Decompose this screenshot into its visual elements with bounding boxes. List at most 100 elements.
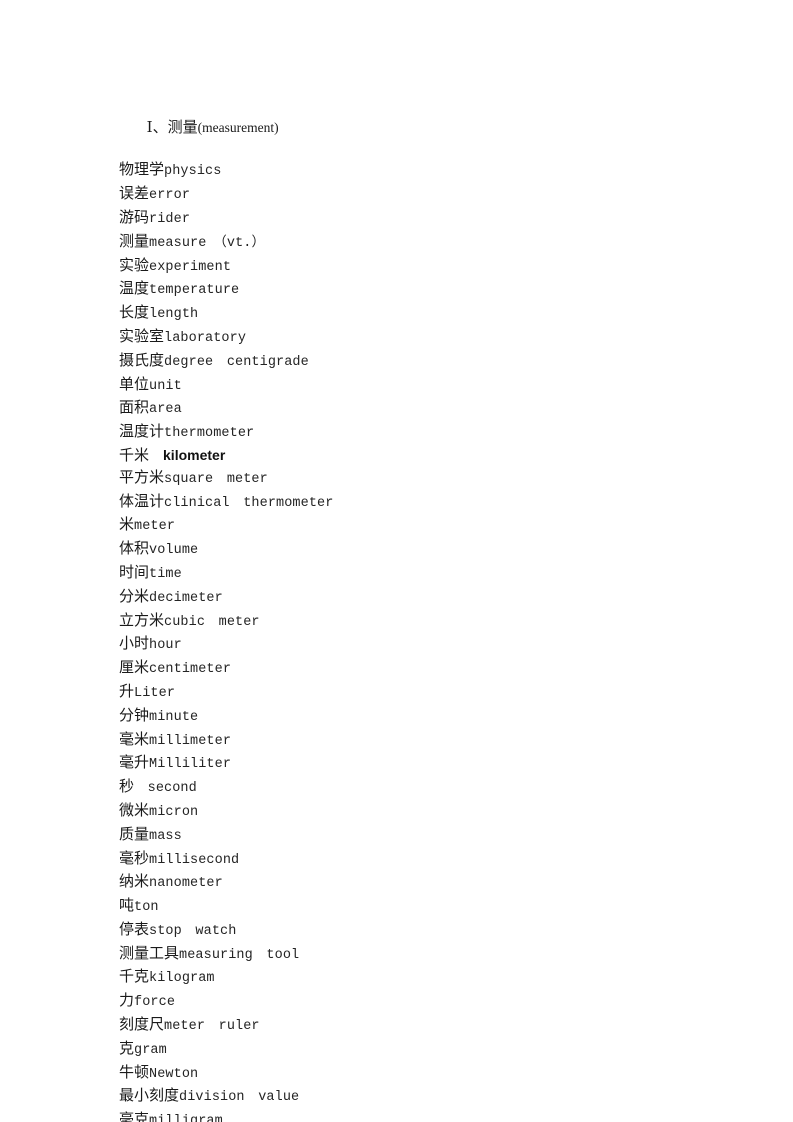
entry-chinese-term: 米 <box>119 515 135 534</box>
entry-chinese-term: 面积 <box>119 398 150 417</box>
vocabulary-entry: 最小刻度division value <box>119 1085 719 1109</box>
entry-chinese-term: 物理学 <box>119 160 165 179</box>
entry-english-term: cubic meter <box>164 614 260 630</box>
vocabulary-entries: 物理学physics 误差error 游码rider 测量measure （vt.）实… <box>119 159 719 1122</box>
entry-english-term: rider <box>149 211 191 227</box>
entry-english-term: clinical thermometer <box>164 495 334 511</box>
entry-chinese-term: 微米 <box>119 800 150 819</box>
vocabulary-entry: 停表stop watch <box>119 919 719 943</box>
vocabulary-entry: 温度计thermometer <box>119 421 719 445</box>
entry-chinese-term: 实验室 <box>119 326 165 345</box>
entry-english-term: meter <box>134 519 176 535</box>
entry-english-term: error <box>149 188 191 204</box>
entry-english-term: centimeter <box>149 662 232 678</box>
vocabulary-entry: 立方米cubic meter <box>119 610 719 634</box>
entry-english-term: millisecond <box>149 852 240 868</box>
entry-chinese-term: 力 <box>119 991 135 1010</box>
vocabulary-entry: 毫升Milliliter <box>119 752 719 776</box>
vocabulary-entry: 升Liter <box>119 681 719 705</box>
vocabulary-entry: 纳米nanometer <box>119 871 719 895</box>
entry-chinese-term: 温度计 <box>119 422 165 441</box>
entry-english-term: degree centigrade <box>164 354 309 370</box>
entry-english-term: measure （vt.） <box>149 235 266 251</box>
entry-chinese-term: 单位 <box>119 374 150 393</box>
entry-english-term: measuring tool <box>179 947 300 963</box>
entry-chinese-term: 毫克 <box>119 1110 150 1122</box>
entry-chinese-term: 秒 <box>119 777 135 796</box>
vocabulary-entry: 毫秒millisecond <box>119 848 719 872</box>
entry-chinese-term: 体温计 <box>119 491 165 510</box>
entry-english-term: volume <box>149 543 199 559</box>
entry-chinese-term: 克 <box>119 1038 135 1057</box>
vocabulary-entry: 摄氏度degree centigrade <box>119 350 719 374</box>
entry-english-term: physics <box>164 164 222 180</box>
entry-english-term: micron <box>149 804 199 820</box>
entry-chinese-term: 测量工具 <box>119 943 180 962</box>
entry-chinese-term: 牛顿 <box>119 1062 150 1081</box>
entry-chinese-term: 千克 <box>119 967 150 986</box>
entry-chinese-term: 实验 <box>119 255 150 274</box>
vocabulary-entry: 时间time <box>119 562 719 586</box>
entry-chinese-term: 吨 <box>119 896 135 915</box>
entry-chinese-term: 温度 <box>119 279 150 298</box>
entry-chinese-term: 分米 <box>119 586 150 605</box>
entry-chinese-term: 时间 <box>119 562 150 581</box>
entry-chinese-term: 游码 <box>119 207 150 226</box>
section-separator: 、 <box>152 119 168 136</box>
entry-chinese-term: 立方米 <box>119 610 165 629</box>
vocabulary-entry: 误差error <box>119 183 719 207</box>
entry-english-term: laboratory <box>164 330 247 346</box>
vocabulary-entry: 刻度尺meter ruler <box>119 1014 719 1038</box>
entry-chinese-term: 最小刻度 <box>119 1086 180 1105</box>
vocabulary-entry: 力force <box>119 990 719 1014</box>
vocabulary-entry: 体温计clinical thermometer <box>119 491 719 515</box>
entry-english-term: unit <box>149 378 182 394</box>
entry-english-term: nanometer <box>149 876 223 892</box>
entry-english-term: decimeter <box>149 590 223 606</box>
entry-english-term: ton <box>134 900 159 916</box>
entry-english-term: minute <box>149 709 199 725</box>
entry-chinese-term: 厘米 <box>119 658 150 677</box>
entry-english-term: thermometer <box>164 426 255 442</box>
vocabulary-entry: 单位unit <box>119 374 719 398</box>
vocabulary-entry: 温度temperature <box>119 278 719 302</box>
entry-chinese-term: 平方米 <box>119 467 165 486</box>
document-page: Ⅰ、测量(measurement) 物理学physics 误差error 游码rid… <box>0 0 793 1122</box>
entry-english-term: Newton <box>149 1066 199 1082</box>
entry-english-term: length <box>149 307 199 323</box>
entry-english-term: time <box>149 566 182 582</box>
vocabulary-entry: 物理学physics <box>119 159 719 183</box>
entry-chinese-term: 小时 <box>119 634 150 653</box>
entry-chinese-term: 分钟 <box>119 705 150 724</box>
entry-chinese-term: 毫米 <box>119 729 150 748</box>
vocabulary-list: Ⅰ、测量(measurement) 物理学physics 误差error 游码rid… <box>119 96 719 1122</box>
vocabulary-entry: 质量mass <box>119 824 719 848</box>
vocabulary-entry: 毫米millimeter <box>119 729 719 753</box>
entry-chinese-term: 长度 <box>119 303 150 322</box>
vocabulary-entry: 小时hour <box>119 633 719 657</box>
entry-chinese-term: 体积 <box>119 539 150 558</box>
vocabulary-entry: 千米 kilometer <box>119 445 719 467</box>
vocabulary-entry: 面积area <box>119 397 719 421</box>
entry-chinese-term: 千米 <box>119 445 150 464</box>
entry-english-term: mass <box>149 828 182 844</box>
entry-english-term: milligram <box>149 1114 223 1122</box>
entry-english-term: experiment <box>149 259 232 275</box>
entry-chinese-term: 毫秒 <box>119 848 150 867</box>
vocabulary-entry: 平方米square meter <box>119 467 719 491</box>
entry-english-term: Liter <box>134 685 176 701</box>
vocabulary-entry: 测量工具measuring tool <box>119 943 719 967</box>
entry-english-term: second <box>134 781 197 797</box>
entry-chinese-term: 停表 <box>119 919 150 938</box>
section-title-chinese: 测量 <box>167 117 198 136</box>
vocabulary-entry: 体积volume <box>119 538 719 562</box>
entry-english-term: square meter <box>164 471 268 487</box>
vocabulary-entry: 实验experiment <box>119 255 719 279</box>
vocabulary-entry: 千克kilogram <box>119 966 719 990</box>
vocabulary-entry: 分钟minute <box>119 705 719 729</box>
vocabulary-entry: 微米micron <box>119 800 719 824</box>
vocabulary-entry: 实验室laboratory <box>119 326 719 350</box>
section-title-english: (measurement) <box>197 119 279 135</box>
vocabulary-entry: 厘米centimeter <box>119 657 719 681</box>
entry-chinese-term: 纳米 <box>119 872 150 891</box>
